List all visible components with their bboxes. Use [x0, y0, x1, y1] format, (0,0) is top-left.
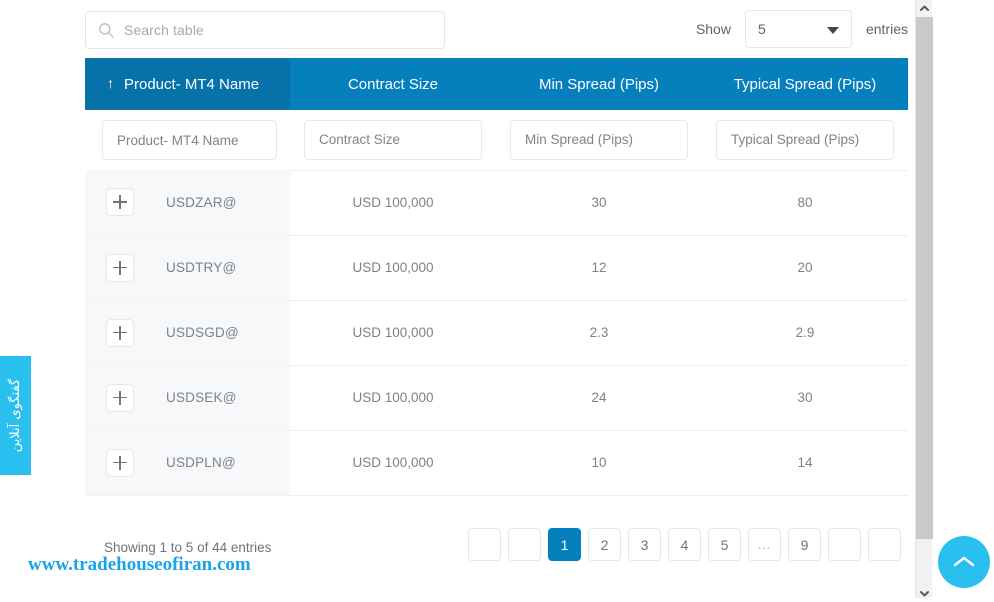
product-name-label: USDSGD@ — [166, 325, 239, 340]
filter-cell-typical-spread: Typical Spread (Pips) — [702, 110, 908, 170]
page-2[interactable]: 2 — [588, 528, 621, 561]
chevron-up-icon[interactable] — [916, 0, 933, 17]
plus-icon[interactable] — [106, 383, 134, 412]
filter-input-typical-spread[interactable]: Typical Spread (Pips) — [716, 119, 894, 160]
filter-cell-min-spread: Min Spread (Pips) — [496, 110, 702, 170]
cell-typical-spread: 30 — [702, 365, 908, 431]
page-scrollbar[interactable] — [915, 0, 933, 602]
cell-min-spread: 12 — [496, 235, 702, 301]
filter-placeholder: Min Spread (Pips) — [525, 132, 634, 148]
page-first[interactable] — [468, 528, 501, 561]
table-head: ↑ Product- MT4 Name Contract Size Min Spr… — [85, 58, 908, 110]
search-placeholder: Search table — [124, 22, 204, 38]
filter-placeholder: Product- MT4 Name — [117, 132, 239, 148]
plus-icon[interactable] — [106, 253, 134, 282]
filter-placeholder: Typical Spread (Pips) — [731, 132, 860, 148]
filter-input-min-spread[interactable]: Min Spread (Pips) — [510, 119, 688, 160]
products-table: ↑ Product- MT4 Name Contract Size Min Spr… — [85, 58, 908, 496]
entries-label: entries — [865, 21, 908, 37]
chevron-up-icon — [953, 555, 975, 569]
table-row[interactable]: USDZAR@ USD 100,000 30 80 — [85, 169, 908, 236]
cell-typical-spread: 2.9 — [702, 300, 908, 366]
show-label: Show — [695, 21, 731, 37]
table-header-row: ↑ Product- MT4 Name Contract Size Min Spr… — [85, 58, 908, 110]
page-root: Search table Show 5 entries ↑ Product- MT… — [0, 0, 994, 602]
product-name-label: USDTRY@ — [166, 260, 237, 275]
cell-contract-size: USD 100,000 — [290, 169, 496, 236]
entries-select[interactable]: 5 — [744, 10, 852, 48]
table-row[interactable]: USDSGD@ USD 100,000 2.3 2.9 — [85, 300, 908, 366]
chevron-down-icon — [826, 27, 839, 34]
filter-input-contract-size[interactable]: Contract Size — [304, 119, 482, 160]
arrow-up-icon: ↑ — [107, 74, 114, 91]
products-table-container: ↑ Product- MT4 Name Contract Size Min Spr… — [85, 58, 908, 496]
site-watermark: www.tradehouseofiran.com — [28, 554, 251, 575]
cell-min-spread: 24 — [496, 365, 702, 431]
cell-min-spread: 30 — [496, 169, 702, 236]
search-icon — [98, 22, 114, 38]
search-input[interactable]: Search table — [85, 11, 445, 49]
live-chat-tab[interactable]: گفتگوی آنلاین — [0, 356, 31, 475]
table-filter-row: Product- MT4 Name Contract Size Min Spre… — [85, 110, 908, 170]
table-filter-body: Product- MT4 Name Contract Size Min Spre… — [85, 110, 908, 170]
page-prev[interactable] — [508, 528, 541, 561]
column-header-min-spread[interactable]: Min Spread (Pips) — [496, 58, 702, 110]
column-header-contract-size[interactable]: Contract Size — [290, 58, 496, 110]
plus-icon[interactable] — [106, 318, 134, 347]
table-toolbar: Search table Show 5 entries — [85, 0, 908, 58]
cell-product-name: USDZAR@ — [85, 170, 290, 236]
page-5[interactable]: 5 — [708, 528, 741, 561]
product-name-label: USDSEK@ — [166, 390, 237, 405]
scroll-to-top-button[interactable] — [938, 536, 990, 588]
cell-product-name: USDSGD@ — [85, 300, 290, 366]
page-1[interactable]: 1 — [548, 528, 581, 561]
filter-cell-contract-size: Contract Size — [290, 110, 496, 170]
table-row[interactable]: USDTRY@ USD 100,000 12 20 — [85, 235, 908, 301]
filter-cell-product-mt4-name: Product- MT4 Name — [85, 110, 290, 170]
cell-contract-size: USD 100,000 — [290, 430, 496, 496]
filter-input-product-mt4-name[interactable]: Product- MT4 Name — [102, 120, 277, 160]
cell-typical-spread: 14 — [702, 430, 908, 496]
scrollbar-thumb[interactable] — [916, 17, 933, 539]
page-bottom-edge — [0, 598, 994, 602]
plus-icon[interactable] — [106, 188, 134, 217]
entries-select-value: 5 — [757, 21, 766, 37]
plus-icon[interactable] — [106, 448, 134, 477]
show-entries-control: Show 5 entries — [696, 8, 908, 50]
cell-min-spread: 10 — [496, 430, 702, 496]
cell-contract-size: USD 100,000 — [290, 365, 496, 431]
cell-contract-size: USD 100,000 — [290, 300, 496, 366]
page-4[interactable]: 4 — [668, 528, 701, 561]
page-ellipsis[interactable]: ... — [748, 528, 781, 561]
product-name-label: USDPLN@ — [166, 455, 236, 470]
column-header-product-mt4-name[interactable]: ↑ Product- MT4 Name — [85, 58, 290, 110]
table-row[interactable]: USDSEK@ USD 100,000 24 30 — [85, 365, 908, 431]
table-body: USDZAR@ USD 100,000 30 80 USDTRY@ USD 10… — [85, 169, 908, 496]
cell-product-name: USDSEK@ — [85, 365, 290, 431]
filter-placeholder: Contract Size — [319, 132, 401, 148]
cell-min-spread: 2.3 — [496, 300, 702, 366]
showing-entries-text: Showing 1 to 5 of 44 entries — [104, 540, 272, 555]
cell-product-name: USDPLN@ — [85, 430, 290, 496]
table-row[interactable]: USDPLN@ USD 100,000 10 14 — [85, 430, 908, 496]
cell-contract-size: USD 100,000 — [290, 235, 496, 301]
product-name-label: USDZAR@ — [166, 194, 237, 210]
page-last[interactable] — [868, 528, 901, 561]
page-9[interactable]: 9 — [788, 528, 821, 561]
live-chat-tab-label: گفتگوی آنلاین — [8, 378, 23, 453]
cell-product-name: USDTRY@ — [85, 235, 290, 301]
column-header-typical-spread[interactable]: Typical Spread (Pips) — [702, 58, 908, 110]
cell-typical-spread: 20 — [702, 235, 908, 301]
column-header-label: Product- MT4 Name — [124, 75, 260, 93]
page-3[interactable]: 3 — [628, 528, 661, 561]
cell-typical-spread: 80 — [702, 169, 908, 236]
table-footer: Showing 1 to 5 of 44 entries 1 2 3 4 5 .… — [85, 518, 908, 588]
pagination: 1 2 3 4 5 ... 9 — [468, 528, 901, 561]
page-next[interactable] — [828, 528, 861, 561]
